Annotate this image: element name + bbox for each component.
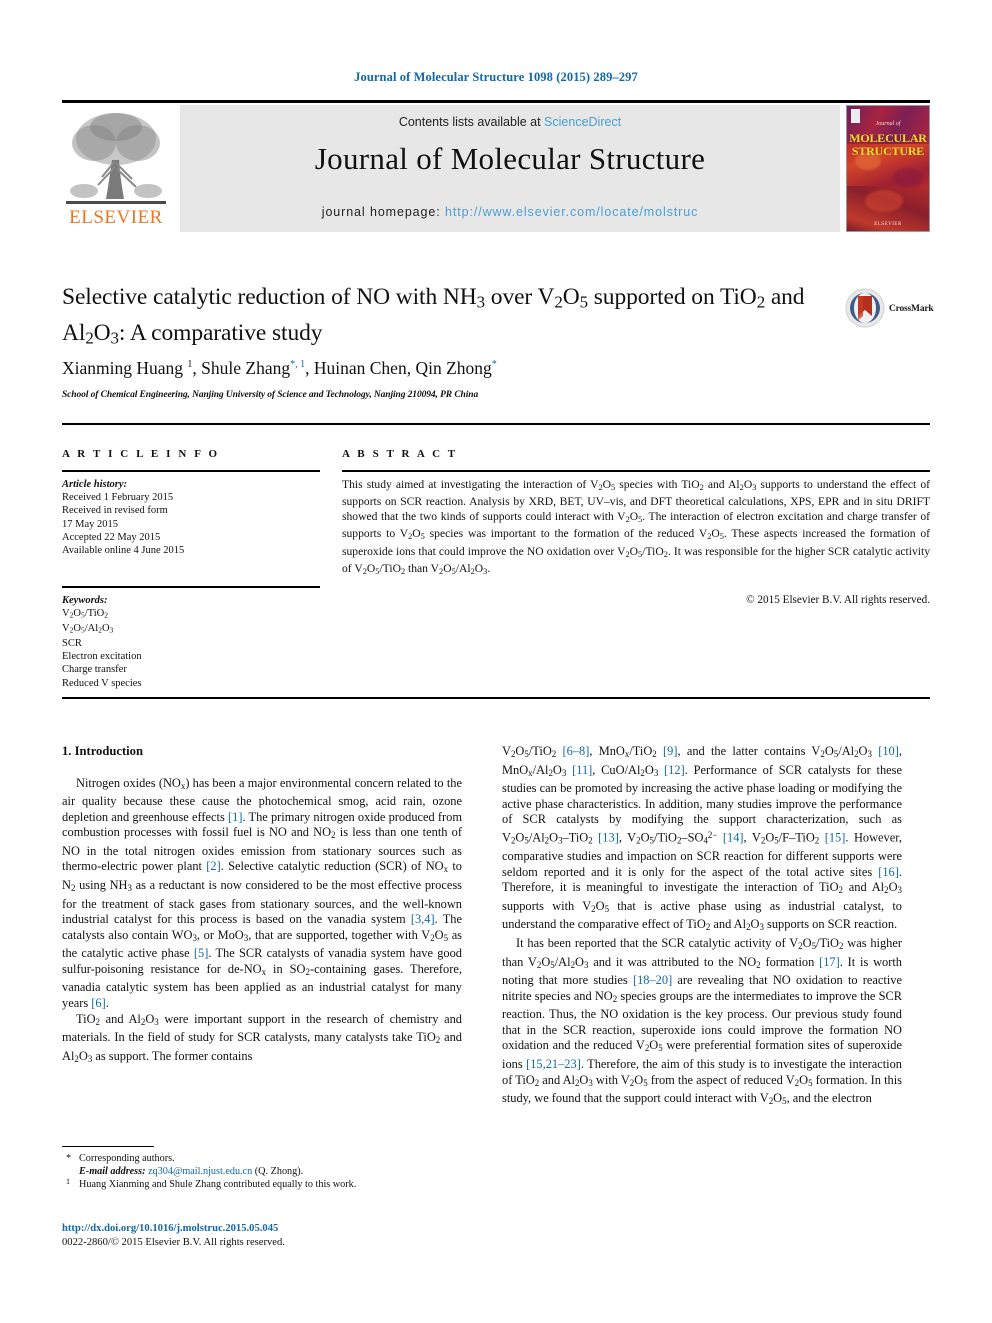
abstract-text: This study aimed at investigating the in… xyxy=(342,478,931,577)
email-suffix: (Q. Zhong). xyxy=(254,1166,304,1177)
footnote-asterisk: * xyxy=(66,1153,72,1164)
paper-page: Journal of Molecular Structure 1098 (201… xyxy=(0,0,992,1323)
cover-kicker: Journal of xyxy=(875,121,901,127)
elsevier-tree-icon xyxy=(66,113,166,204)
homepage-prefix: journal homepage: xyxy=(321,205,445,219)
list-item: Available online 4 June 2015 xyxy=(62,545,185,557)
page-title: Selective catalytic reduction of NO with… xyxy=(62,284,805,348)
footnote-equal-contribution: 1 Huang Xianming and Shule Zhang contrib… xyxy=(62,1177,472,1191)
crossmark-icon xyxy=(845,288,885,328)
keywords-block: Keywords: V2O5/TiO2 V2O5/Al2O3 SCR Electron… xyxy=(62,594,320,690)
elsevier-logo: ELSEVIER xyxy=(62,105,170,232)
footnote-corresponding-text: Corresponding authors. xyxy=(79,1153,175,1164)
list-item: Charge transfer xyxy=(62,664,127,676)
cover-title: MOLECULAR STRUCTURE xyxy=(847,132,929,158)
list-item: Reduced V species xyxy=(62,677,142,689)
list-item: Nitrogen oxides (NOx) has been a major e… xyxy=(62,775,463,1011)
list-item: TiO2 and Al2O3 were important support in… xyxy=(62,1011,462,1064)
info-top-rule xyxy=(62,423,930,425)
cover-title-line1: MOLECULAR xyxy=(849,131,927,145)
cover-art-blob xyxy=(865,190,903,212)
list-item: Received in revised form xyxy=(62,505,168,517)
footnote-number-mark: 1 xyxy=(66,1177,70,1186)
cover-art-blob xyxy=(893,168,923,188)
cover-brand: ELSEVIER xyxy=(874,222,902,227)
list-item: V2O5/TiO2 xyxy=(62,608,108,620)
article-history: Article history: Received 1 February 201… xyxy=(62,478,320,557)
list-item: Electron excitation xyxy=(62,651,142,663)
cover-title-line2: STRUCTURE xyxy=(851,144,925,158)
contents-band: Contents lists available at ScienceDirec… xyxy=(180,105,840,232)
section-heading-introduction: 1. Introduction xyxy=(62,744,143,758)
list-item: 17 May 2015 xyxy=(62,518,118,530)
list-item: V2O5/Al2O3 xyxy=(62,623,114,635)
body-column-right: V2O5/TiO2 [6–8], MnOx/TiO2 [9], and the … xyxy=(502,744,902,1110)
homepage-link[interactable]: http://www.elsevier.com/locate/molstruc xyxy=(445,205,698,219)
abstract-heading: A B S T R A C T xyxy=(342,448,458,460)
copyright-line: © 2015 Elsevier B.V. All rights reserved… xyxy=(746,594,930,606)
keywords-label: Keywords: xyxy=(62,595,108,606)
sciencedirect-link[interactable]: ScienceDirect xyxy=(544,115,621,129)
list-item: Accepted 22 May 2015 xyxy=(62,531,161,543)
masthead-top-rule xyxy=(62,100,930,103)
footnote-rule xyxy=(62,1146,154,1147)
abstract-rule xyxy=(342,470,930,472)
contents-prefix: Contents lists available at xyxy=(398,115,545,129)
article-history-label: Article history: xyxy=(62,479,128,490)
history-list: Received 1 February 2015 Received in revi… xyxy=(62,491,320,557)
elsevier-wordmark: ELSEVIER xyxy=(69,207,163,228)
author-list: Xianming Huang 1, Shule Zhang*, 1, Huina… xyxy=(62,358,497,378)
keywords-rule xyxy=(62,586,320,588)
list-item: SCR xyxy=(62,637,82,649)
running-head: Journal of Molecular Structure 1098 (201… xyxy=(354,70,638,84)
email-link[interactable]: zq304@mail.njust.edu.cn xyxy=(148,1166,252,1177)
crossmark-label: CrossMark xyxy=(889,304,934,314)
footnote-equal-text: Huang Xianming and Shule Zhang contribut… xyxy=(79,1179,357,1190)
body-column-left: 1. Introduction Nitrogen oxides (NOx) ha… xyxy=(62,744,462,1067)
journal-cover-thumbnail: Journal of MOLECULAR STRUCTURE ELSEVIER xyxy=(846,105,930,232)
title-block: Selective catalytic reduction of NO with… xyxy=(62,282,832,353)
keywords-list: V2O5/TiO2 V2O5/Al2O3 SCR Electron excitatio… xyxy=(62,607,320,690)
list-item: Received 1 February 2015 xyxy=(62,492,174,504)
journal-masthead: ELSEVIER Contents lists available at Sci… xyxy=(62,100,930,232)
article-info-rule xyxy=(62,470,320,472)
doi-link[interactable]: http://dx.doi.org/10.1016/j.molstruc.201… xyxy=(62,1222,482,1236)
affiliation: School of Chemical Engineering, Nanjing … xyxy=(62,390,479,400)
footnote-corresponding: * Corresponding authors. xyxy=(62,1152,472,1165)
journal-homepage-line: journal homepage: http://www.elsevier.co… xyxy=(180,205,840,219)
left-paragraphs: Nitrogen oxides (NOx) has been a major e… xyxy=(62,776,462,1068)
article-info-heading: A R T I C L E I N F O xyxy=(62,448,220,460)
body-top-rule xyxy=(62,697,930,699)
crossmark-badge[interactable]: CrossMark xyxy=(845,288,937,334)
footnote-email: E-mail address: zq304@mail.njust.edu.cn … xyxy=(62,1165,472,1178)
issn-copyright-line: 0022-2860/© 2015 Elsevier B.V. All right… xyxy=(62,1237,285,1248)
footnotes-block: * Corresponding authors. E-mail address:… xyxy=(62,1152,472,1191)
list-item: V2O5/TiO2 [6–8], MnOx/TiO2 [9], and the … xyxy=(502,744,903,933)
doi-block: http://dx.doi.org/10.1016/j.molstruc.201… xyxy=(62,1222,482,1250)
list-item: It has been reported that the SCR cataly… xyxy=(502,935,903,1107)
email-label: E-mail address: xyxy=(79,1166,146,1177)
journal-title: Journal of Molecular Structure xyxy=(314,141,706,176)
contents-available-line: Contents lists available at ScienceDirec… xyxy=(180,115,840,129)
right-paragraphs: V2O5/TiO2 [6–8], MnOx/TiO2 [9], and the … xyxy=(502,744,902,1110)
